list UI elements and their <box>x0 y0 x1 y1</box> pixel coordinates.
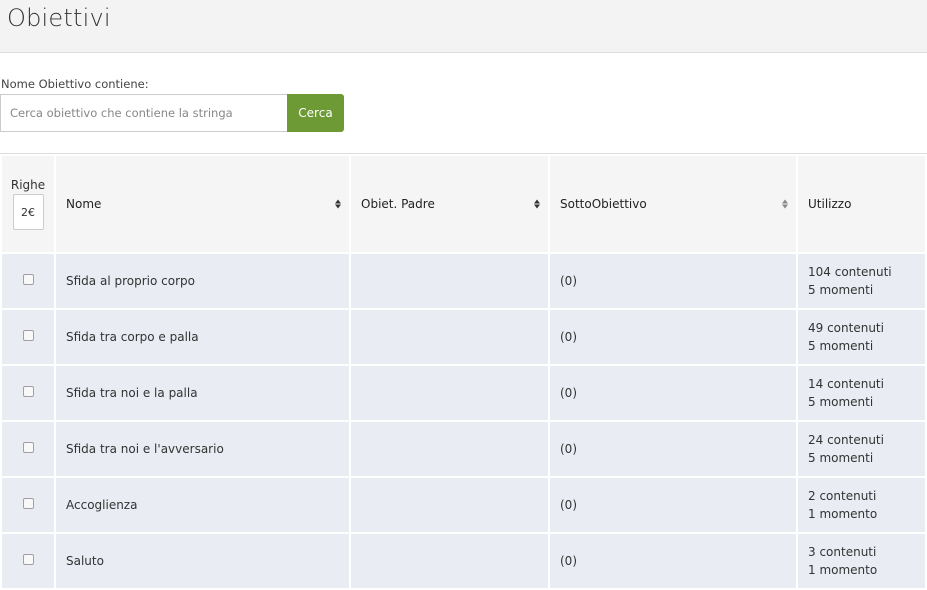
utilizzo-momenti: 5 momenti <box>808 339 874 353</box>
page-header: Obiettivi <box>0 0 927 53</box>
cell-obiet-padre <box>351 478 548 532</box>
cell-utilizzo: 104 contenuti 5 momenti <box>798 254 925 308</box>
rows-per-page-header: Righe 2€ <box>2 156 54 252</box>
table-row[interactable]: Sfida tra noi e la palla (0) 14 contenut… <box>2 366 925 420</box>
utilizzo-contenuti: 14 contenuti <box>808 377 884 391</box>
checkbox-icon[interactable] <box>22 442 34 453</box>
cell-obiet-padre <box>351 254 548 308</box>
cell-sotto-obiettivo[interactable]: (0) <box>550 254 796 308</box>
search-button[interactable]: Cerca <box>287 94 344 132</box>
column-header-obiet-padre[interactable]: Obiet. Padre <box>351 156 548 252</box>
cell-obiet-padre <box>351 366 548 420</box>
sort-icon[interactable] <box>335 199 341 209</box>
cell-utilizzo: 24 contenuti 5 momenti <box>798 422 925 476</box>
row-select-cell <box>2 422 54 476</box>
checkbox-icon[interactable] <box>22 498 34 509</box>
sort-icon[interactable] <box>534 199 540 209</box>
cell-nome: Saluto <box>56 534 349 588</box>
cell-utilizzo: 2 contenuti 1 momento <box>798 478 925 532</box>
page-title: Obiettivi <box>7 4 111 32</box>
cell-nome: Sfida tra corpo e palla <box>56 310 349 364</box>
cell-nome: Sfida tra noi e l'avversario <box>56 422 349 476</box>
column-header-sotto-obiettivo[interactable]: SottoObiettivo <box>550 156 796 252</box>
column-header-nome-label: Nome <box>66 197 102 211</box>
rows-per-page-value: 2€ <box>21 205 35 219</box>
cell-sotto-obiettivo[interactable]: (0) <box>550 310 796 364</box>
rows-per-page-label: Righe <box>10 178 46 192</box>
column-header-sotto-obiettivo-label: SottoObiettivo <box>560 197 647 211</box>
cell-utilizzo: 3 contenuti 1 momento <box>798 534 925 588</box>
cell-sotto-obiettivo[interactable]: (0) <box>550 534 796 588</box>
cell-obiet-padre <box>351 422 548 476</box>
cell-obiet-padre <box>351 534 548 588</box>
table-row[interactable]: Sfida tra corpo e palla (0) 49 contenuti… <box>2 310 925 364</box>
utilizzo-momenti: 5 momenti <box>808 283 874 297</box>
checkbox-icon[interactable] <box>22 554 34 565</box>
search-label: Nome Obiettivo contiene: <box>1 77 149 91</box>
objectives-table: Righe 2€ Nome Obiet. Padre SottoObiettiv… <box>0 154 927 590</box>
row-select-cell <box>2 254 54 308</box>
cell-obiet-padre <box>351 310 548 364</box>
row-select-cell <box>2 310 54 364</box>
cell-sotto-obiettivo[interactable]: (0) <box>550 366 796 420</box>
row-select-cell <box>2 478 54 532</box>
table-row[interactable]: Sfida al proprio corpo (0) 104 contenuti… <box>2 254 925 308</box>
table-row[interactable]: Sfida tra noi e l'avversario (0) 24 cont… <box>2 422 925 476</box>
cell-sotto-obiettivo[interactable]: (0) <box>550 422 796 476</box>
cell-sotto-obiettivo[interactable]: (0) <box>550 478 796 532</box>
utilizzo-contenuti: 3 contenuti <box>808 545 877 559</box>
utilizzo-contenuti: 104 contenuti <box>808 265 892 279</box>
column-header-utilizzo-label: Utilizzo <box>808 197 852 211</box>
utilizzo-momenti: 5 momenti <box>808 451 874 465</box>
utilizzo-contenuti: 24 contenuti <box>808 433 884 447</box>
sort-icon[interactable] <box>782 199 788 209</box>
column-header-nome[interactable]: Nome <box>56 156 349 252</box>
utilizzo-contenuti: 2 contenuti <box>808 489 877 503</box>
table-header-row: Righe 2€ Nome Obiet. Padre SottoObiettiv… <box>2 156 925 252</box>
row-select-cell <box>2 534 54 588</box>
utilizzo-momenti: 5 momenti <box>808 395 874 409</box>
row-select-cell <box>2 366 54 420</box>
checkbox-icon[interactable] <box>22 274 34 285</box>
utilizzo-momenti: 1 momento <box>808 563 878 577</box>
column-header-obiet-padre-label: Obiet. Padre <box>361 197 435 211</box>
cell-utilizzo: 14 contenuti 5 momenti <box>798 366 925 420</box>
cell-nome: Sfida al proprio corpo <box>56 254 349 308</box>
checkbox-icon[interactable] <box>22 386 34 397</box>
cell-nome: Accoglienza <box>56 478 349 532</box>
utilizzo-contenuti: 49 contenuti <box>808 321 884 335</box>
column-header-utilizzo: Utilizzo <box>798 156 925 252</box>
cell-nome: Sfida tra noi e la palla <box>56 366 349 420</box>
search-input[interactable] <box>0 94 287 132</box>
utilizzo-momenti: 1 momento <box>808 507 878 521</box>
table-row[interactable]: Saluto (0) 3 contenuti 1 momento <box>2 534 925 588</box>
checkbox-icon[interactable] <box>22 330 34 341</box>
table-row[interactable]: Accoglienza (0) 2 contenuti 1 momento <box>2 478 925 532</box>
rows-per-page-select[interactable]: 2€ <box>12 194 44 230</box>
cell-utilizzo: 49 contenuti 5 momenti <box>798 310 925 364</box>
